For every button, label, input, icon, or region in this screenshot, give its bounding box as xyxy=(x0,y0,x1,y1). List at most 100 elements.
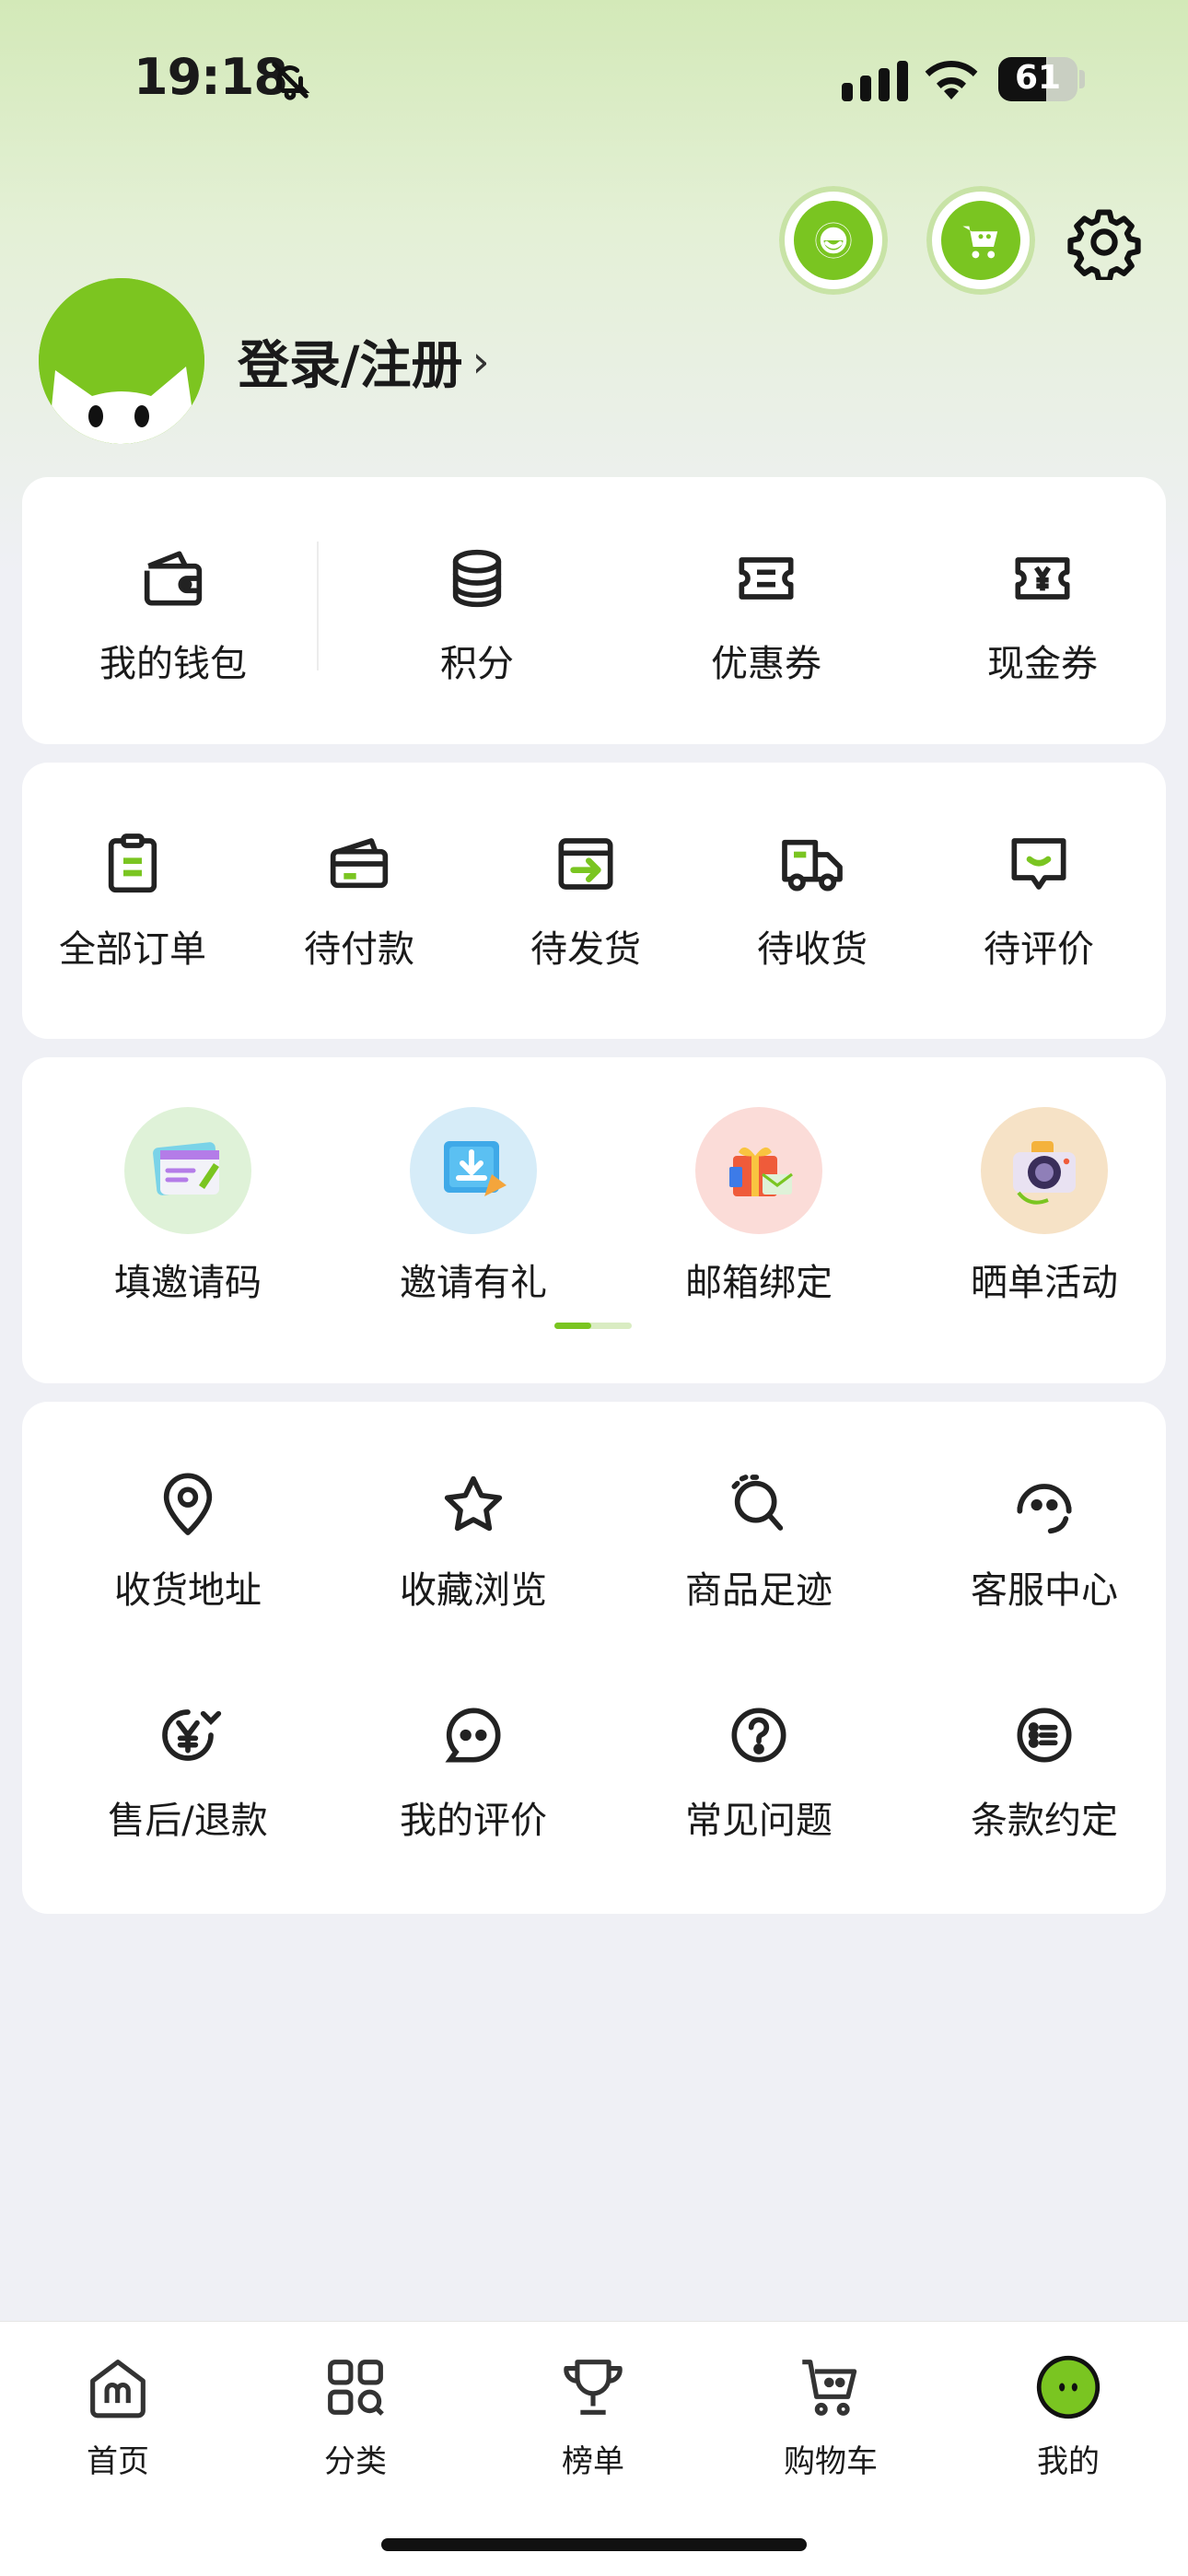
pending-payment-label: 待付款 xyxy=(304,928,414,971)
address-item[interactable]: 收货地址 xyxy=(68,1468,308,1614)
carousel-scroll-indicator xyxy=(554,1323,632,1329)
question-icon xyxy=(731,1708,786,1763)
chevron-right-icon: › xyxy=(472,335,490,388)
star-icon xyxy=(444,1475,503,1532)
show-order-label: 晒单活动 xyxy=(971,1262,1118,1304)
coupon-item[interactable]: 优惠券 xyxy=(637,542,895,687)
home-indicator xyxy=(381,2538,807,2551)
pending-payment-item[interactable]: 待付款 xyxy=(267,827,451,973)
all-orders-label: 全部订单 xyxy=(59,928,206,971)
points-item[interactable]: 积分 xyxy=(348,542,606,687)
settings-gear-icon[interactable] xyxy=(1066,204,1142,280)
pending-review-item[interactable]: 待评价 xyxy=(947,827,1131,973)
faq-item[interactable]: 常见问题 xyxy=(639,1698,879,1844)
cart-icon xyxy=(802,2360,857,2416)
review-bubble-icon xyxy=(1011,838,1066,890)
wallet-card: 我的钱包 积分 优惠券 现金券 xyxy=(22,477,1166,744)
terms-item[interactable]: 条款约定 xyxy=(925,1698,1164,1844)
tab-profile-label: 我的 xyxy=(1037,2443,1100,2480)
status-time: 19:18 xyxy=(134,48,288,106)
pending-shipment-label: 待发货 xyxy=(530,928,641,971)
invite-code-label: 填邀请码 xyxy=(114,1262,262,1304)
terms-label: 条款约定 xyxy=(971,1800,1118,1842)
tab-ranking-label: 榜单 xyxy=(562,2443,624,2480)
tab-category[interactable]: 分类 xyxy=(263,2349,448,2481)
clipboard-icon xyxy=(108,833,157,893)
email-gift-icon xyxy=(729,1147,793,1196)
favorites-label: 收藏浏览 xyxy=(400,1569,547,1612)
customer-center-item[interactable]: 客服中心 xyxy=(925,1468,1164,1614)
my-reviews-label: 我的评价 xyxy=(400,1800,547,1842)
status-bar: 19:18 61 xyxy=(0,0,1188,157)
invite-code-icon xyxy=(153,1142,219,1195)
ship-box-icon xyxy=(558,838,613,890)
cash-voucher-label: 现金券 xyxy=(987,643,1098,685)
wallet-item[interactable]: 我的钱包 xyxy=(44,542,302,687)
services-card: 收货地址 收藏浏览 商品足迹 客服中心 售后/退款 我的评价 常见问题 条款约定 xyxy=(22,1402,1166,1914)
pending-receipt-item[interactable]: 待收货 xyxy=(720,827,904,973)
all-orders-item[interactable]: 全部订单 xyxy=(41,827,225,973)
email-bind-item[interactable]: 邮箱绑定 xyxy=(639,1107,879,1306)
category-icon xyxy=(328,2360,384,2416)
faq-label: 常见问题 xyxy=(685,1800,833,1842)
wallet-label: 我的钱包 xyxy=(99,643,247,685)
show-order-item[interactable]: 晒单活动 xyxy=(925,1107,1164,1306)
cash-voucher-icon xyxy=(1015,557,1070,600)
refund-item[interactable]: 售后/退款 xyxy=(68,1698,308,1844)
tab-home-label: 首页 xyxy=(87,2443,149,2480)
trophy-icon xyxy=(564,2360,623,2415)
tab-category-label: 分类 xyxy=(324,2443,387,2480)
profile-icon xyxy=(1036,2355,1101,2419)
coins-icon xyxy=(452,549,502,608)
login-label: 登录/注册 xyxy=(238,336,463,396)
bell-muted-icon xyxy=(272,62,310,100)
favorites-item[interactable]: 收藏浏览 xyxy=(354,1468,593,1614)
invite-gift-icon xyxy=(444,1141,507,1196)
avatar[interactable] xyxy=(39,278,204,444)
promo-card: 填邀请码 邀请有礼 邮箱绑定 晒单活动 xyxy=(22,1057,1166,1383)
footprint-label: 商品足迹 xyxy=(685,1569,833,1612)
my-reviews-item[interactable]: 我的评价 xyxy=(354,1698,593,1844)
orders-card: 全部订单 待付款 待发货 待收货 待评价 xyxy=(22,763,1166,1039)
points-label: 积分 xyxy=(440,643,514,685)
refund-label: 售后/退款 xyxy=(108,1800,268,1842)
headset-icon xyxy=(1017,1484,1072,1534)
location-pin-icon xyxy=(163,1473,213,1535)
carousel-scroll-thumb xyxy=(554,1323,591,1329)
tab-ranking[interactable]: 榜单 xyxy=(501,2349,685,2481)
tab-home[interactable]: 首页 xyxy=(26,2349,210,2481)
pending-review-label: 待评价 xyxy=(984,928,1094,971)
pending-shipment-item[interactable]: 待发货 xyxy=(494,827,678,973)
truck-icon xyxy=(782,839,843,892)
home-icon xyxy=(90,2360,146,2419)
invite-gift-item[interactable]: 邀请有礼 xyxy=(354,1107,593,1306)
battery-tip xyxy=(1079,70,1085,88)
refund-icon xyxy=(162,1709,222,1761)
smile-headset-icon xyxy=(815,222,852,259)
tab-cart-label: 购物车 xyxy=(784,2443,878,2480)
login-register-link[interactable]: 登录/注册 › xyxy=(238,324,490,399)
tab-cart[interactable]: 购物车 xyxy=(739,2349,923,2481)
invite-code-item[interactable]: 填邀请码 xyxy=(68,1107,308,1306)
battery-text: 61 xyxy=(1014,59,1062,97)
battery-indicator: 61 xyxy=(998,57,1077,101)
wifi-icon xyxy=(925,60,978,99)
list-icon xyxy=(1017,1708,1072,1763)
customer-service-button[interactable] xyxy=(779,186,888,295)
cat-mascot-icon xyxy=(39,278,204,444)
invite-gift-label: 邀请有礼 xyxy=(400,1262,547,1304)
card-icon xyxy=(330,838,389,889)
cash-voucher-item[interactable]: 现金券 xyxy=(941,542,1144,687)
email-bind-label: 邮箱绑定 xyxy=(685,1262,833,1304)
camera-icon xyxy=(1013,1141,1076,1205)
chat-icon xyxy=(445,1708,501,1763)
cart-icon xyxy=(962,226,998,259)
cart-button[interactable] xyxy=(926,186,1035,295)
wallet-icon xyxy=(144,551,203,606)
footprint-icon xyxy=(731,1474,784,1531)
divider xyxy=(317,542,319,670)
tab-profile[interactable]: 我的 xyxy=(976,2349,1160,2481)
customer-center-label: 客服中心 xyxy=(971,1569,1118,1612)
footprint-item[interactable]: 商品足迹 xyxy=(639,1468,879,1614)
pending-receipt-label: 待收货 xyxy=(757,928,868,971)
